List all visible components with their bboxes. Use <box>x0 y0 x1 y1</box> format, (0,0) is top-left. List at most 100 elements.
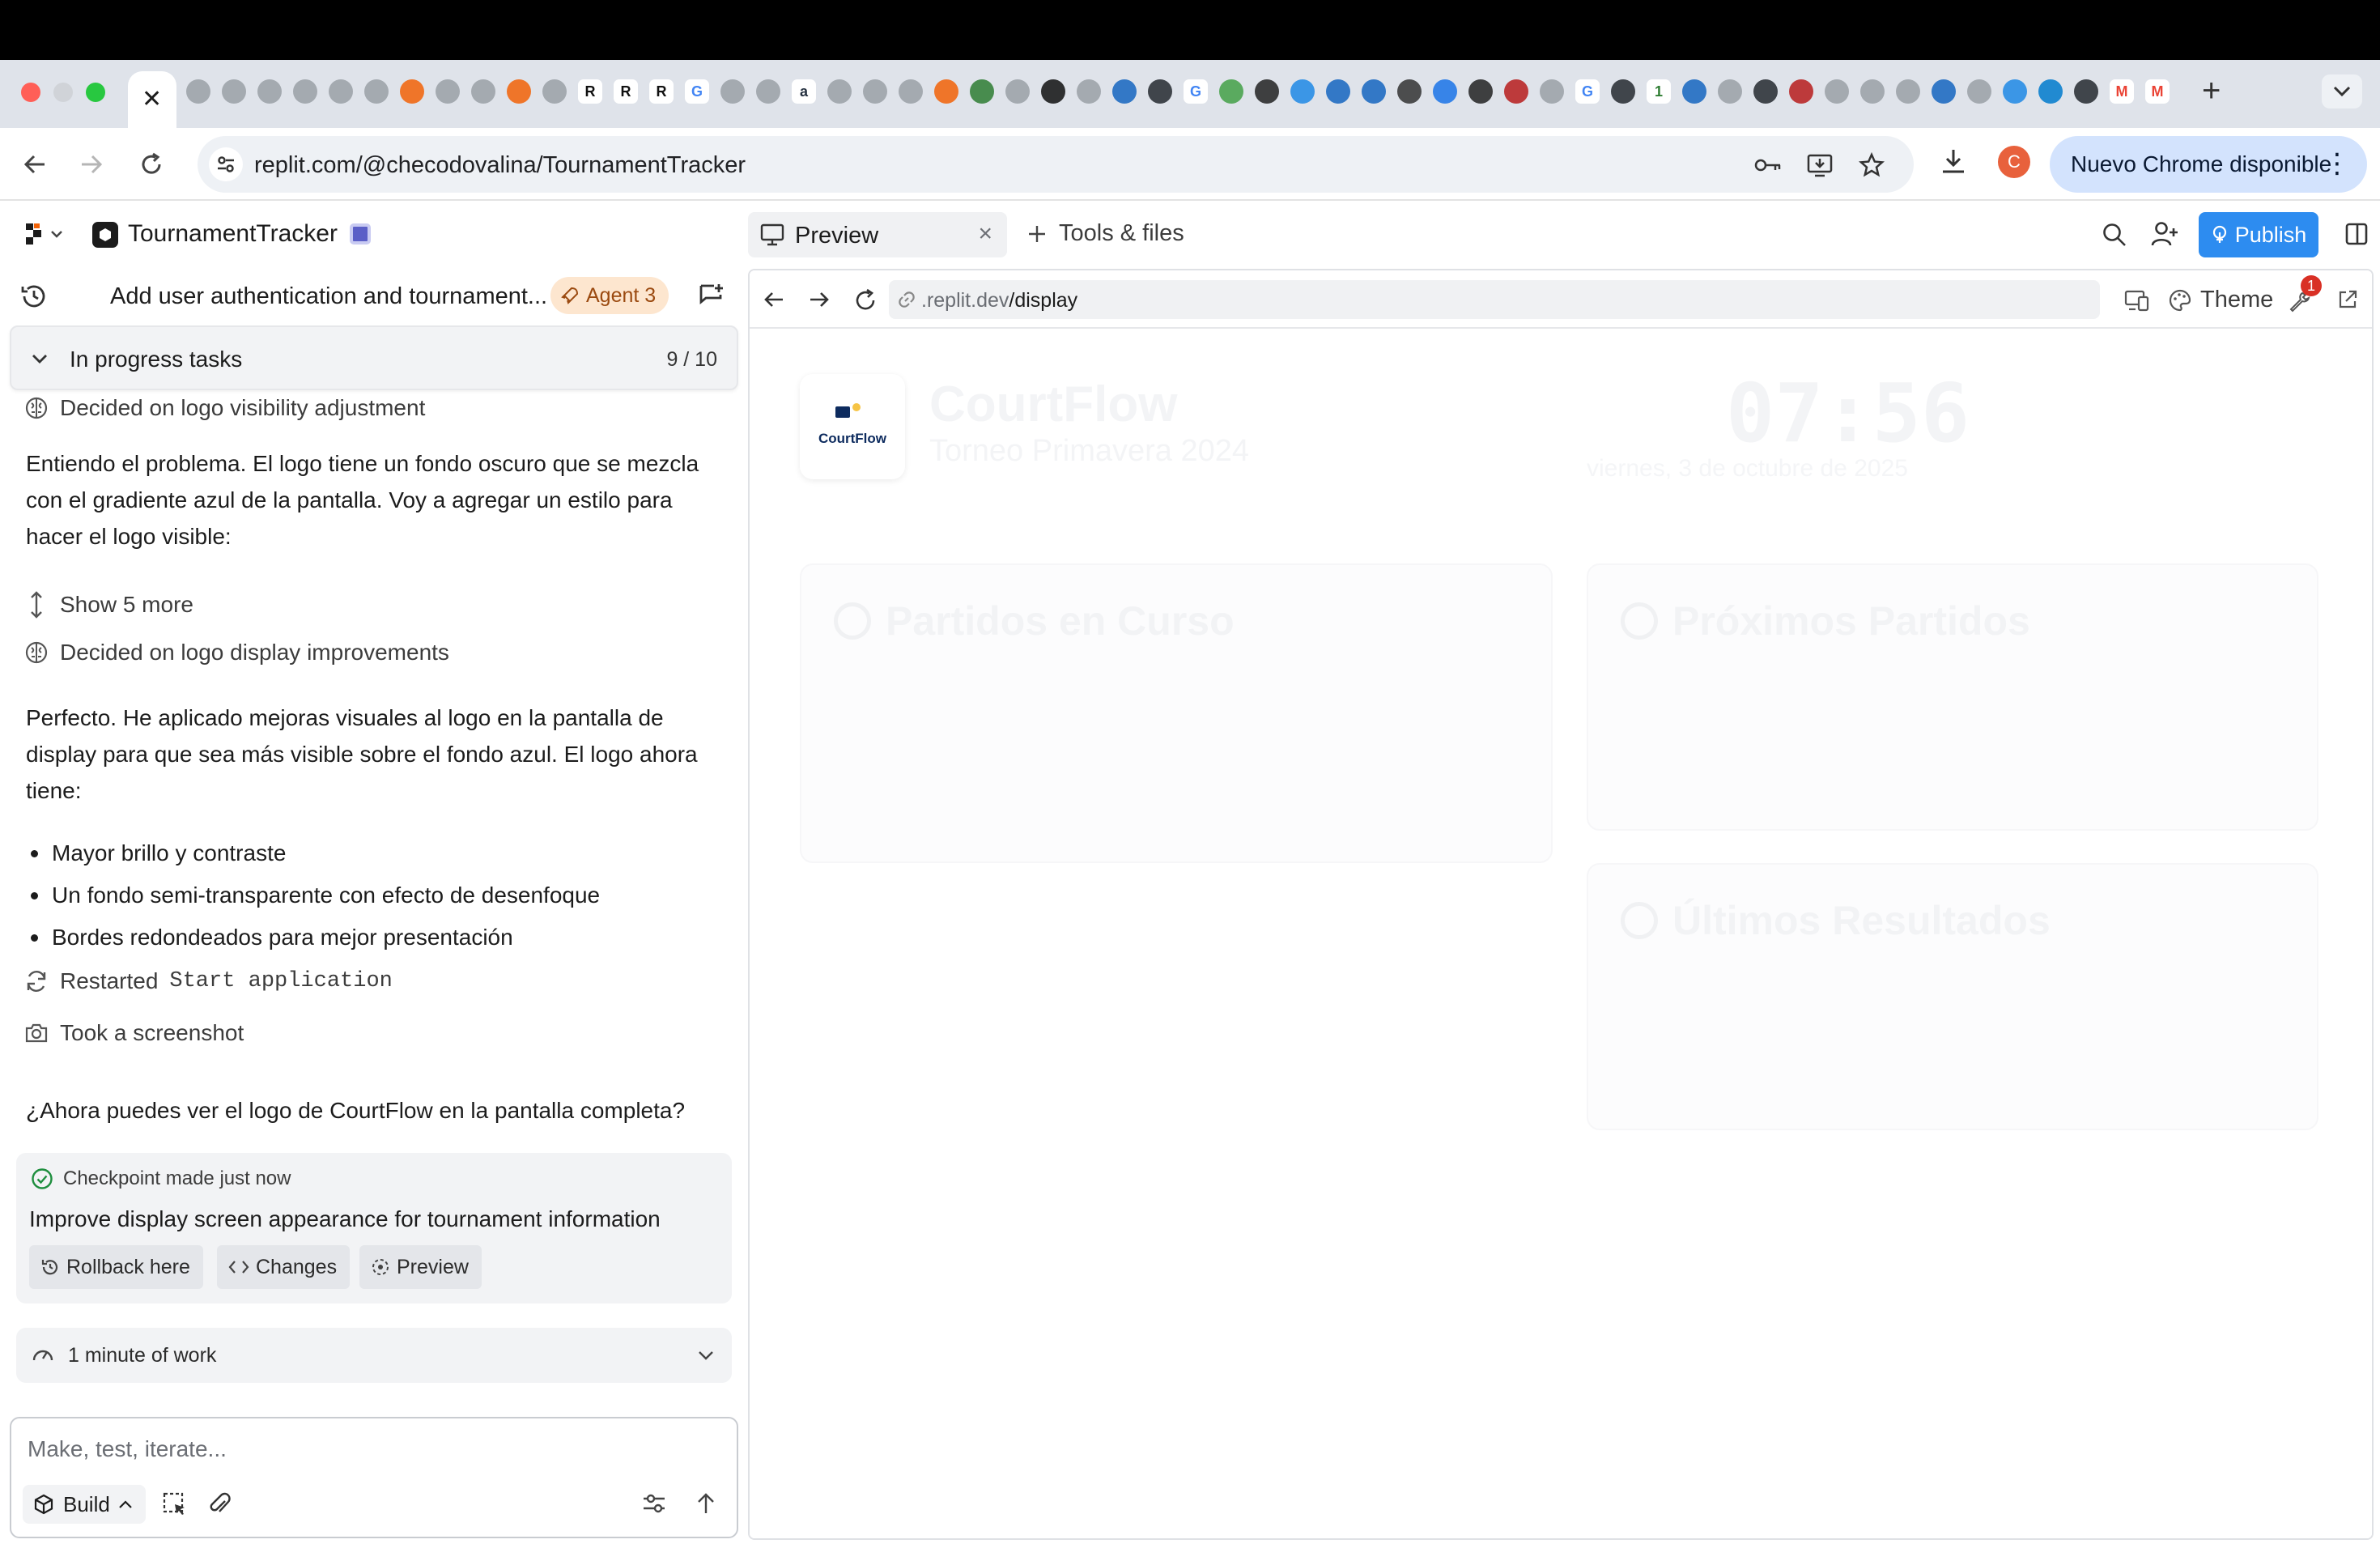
pinned-tab-favicon[interactable] <box>2003 79 2027 104</box>
pinned-tab-favicon[interactable] <box>1077 79 1101 104</box>
pinned-tab-favicon[interactable] <box>471 79 495 104</box>
pinned-tab-favicon[interactable]: R <box>578 79 602 104</box>
pinned-tab-favicon[interactable] <box>970 79 994 104</box>
rollback-button[interactable]: Rollback here <box>29 1245 203 1289</box>
attach-file-button[interactable] <box>207 1491 232 1517</box>
active-browser-tab[interactable]: ✕ <box>128 71 176 128</box>
pinned-tab-favicon[interactable] <box>1967 79 1991 104</box>
pinned-tab-favicon[interactable]: M <box>2145 79 2170 104</box>
pinned-tab-favicon[interactable] <box>1611 79 1635 104</box>
theme-button[interactable] <box>2168 288 2192 313</box>
mode-selector[interactable]: Build <box>23 1485 146 1524</box>
pinned-tab-favicon[interactable] <box>1753 79 1778 104</box>
screenshot-step[interactable]: Took a screenshot <box>24 1020 244 1046</box>
back-button[interactable] <box>18 147 52 181</box>
restart-step[interactable]: Restarted Start application <box>24 968 393 994</box>
pinned-tab-favicon[interactable] <box>1504 79 1528 104</box>
pinned-tab-favicon[interactable] <box>1789 79 1813 104</box>
window-close-button[interactable] <box>21 83 40 102</box>
thought-step[interactable]: Decided on logo display improvements <box>24 640 449 666</box>
pinned-tab-favicon[interactable] <box>1932 79 1956 104</box>
pinned-tab-favicon[interactable] <box>756 79 780 104</box>
chat-history-button[interactable] <box>19 282 49 311</box>
pinned-tab-favicon[interactable] <box>1041 79 1065 104</box>
pinned-tab-favicon[interactable] <box>2074 79 2098 104</box>
pinned-tab-favicon[interactable] <box>863 79 887 104</box>
new-chat-button[interactable] <box>698 282 725 309</box>
pinned-tab-favicon[interactable]: a <box>792 79 816 104</box>
bookmark-star-icon[interactable] <box>1857 151 1886 180</box>
pinned-tab-favicon[interactable] <box>1005 79 1030 104</box>
in-progress-tasks-toggle[interactable]: In progress tasks 9 / 10 <box>10 325 738 390</box>
pinned-tab-favicon[interactable]: R <box>649 79 674 104</box>
pinned-tab-favicon[interactable]: G <box>1184 79 1208 104</box>
chat-title[interactable]: Add user authentication and tournament..… <box>110 283 547 310</box>
pinned-tab-favicon[interactable] <box>1362 79 1386 104</box>
pinned-tab-favicon[interactable] <box>934 79 958 104</box>
pinned-tab-favicon[interactable] <box>2038 79 2063 104</box>
pinned-tab-favicon[interactable]: G <box>1575 79 1600 104</box>
url-text[interactable]: replit.com/@checodovalina/TournamentTrac… <box>254 152 746 179</box>
new-tab-button[interactable]: + <box>2202 74 2221 107</box>
pinned-tab-favicon[interactable] <box>1326 79 1350 104</box>
pinned-tab-favicon[interactable] <box>827 79 852 104</box>
pinned-tab-favicon[interactable] <box>436 79 460 104</box>
pinned-tab-favicon[interactable]: G <box>685 79 709 104</box>
pinned-tab-favicon[interactable] <box>1896 79 1920 104</box>
address-bar[interactable]: replit.com/@checodovalina/TournamentTrac… <box>198 136 1914 193</box>
pinned-tab-favicon[interactable] <box>400 79 424 104</box>
more-menu-icon[interactable]: ⋮ <box>2323 147 2351 180</box>
search-button[interactable] <box>2102 222 2127 248</box>
tab-tools-files[interactable]: Tools & files <box>1026 220 1184 247</box>
preview-reload-button[interactable] <box>853 288 878 313</box>
site-info-icon[interactable] <box>209 147 243 181</box>
changes-button[interactable]: Changes <box>217 1245 351 1289</box>
close-tab-icon[interactable]: ✕ <box>142 87 162 112</box>
show-more-button[interactable]: Show 5 more <box>24 591 193 619</box>
pinned-tab-favicon[interactable]: R <box>614 79 638 104</box>
agent-settings-button[interactable] <box>641 1491 667 1516</box>
pinned-tab-favicon[interactable]: M <box>2110 79 2134 104</box>
window-minimize-button[interactable] <box>53 83 73 102</box>
work-summary-toggle[interactable]: 1 minute of work <box>16 1328 732 1383</box>
pinned-tab-favicon[interactable]: 1 <box>1647 79 1671 104</box>
pinned-tab-favicon[interactable] <box>1433 79 1457 104</box>
device-toggle-button[interactable] <box>2124 288 2150 313</box>
publish-button[interactable]: Publish <box>2199 212 2318 257</box>
pinned-tab-favicon[interactable] <box>1540 79 1564 104</box>
pinned-tab-favicon[interactable] <box>364 79 389 104</box>
pinned-tab-favicon[interactable] <box>1468 79 1493 104</box>
pinned-tab-favicon[interactable] <box>1718 79 1742 104</box>
preview-back-button[interactable] <box>763 288 785 311</box>
project-name[interactable]: TournamentTracker <box>128 220 338 248</box>
pinned-tab-favicon[interactable] <box>186 79 210 104</box>
tab-preview[interactable]: Preview × <box>748 212 1007 257</box>
chrome-update-chip[interactable]: Nuevo Chrome disponible ⋮ <box>2050 136 2367 193</box>
toggle-layout-button[interactable] <box>2344 222 2369 246</box>
pinned-tab-favicon[interactable] <box>1148 79 1172 104</box>
pinned-tab-favicon[interactable] <box>507 79 531 104</box>
pinned-tab-favicon[interactable] <box>1682 79 1706 104</box>
password-key-icon[interactable] <box>1753 151 1783 180</box>
pinned-tab-favicon[interactable] <box>1860 79 1885 104</box>
downloads-button[interactable] <box>1940 147 1967 175</box>
close-icon[interactable]: × <box>978 220 992 248</box>
checkpoint-preview-button[interactable]: Preview <box>359 1245 482 1289</box>
tab-search-button[interactable] <box>2322 74 2362 108</box>
pinned-tab-favicon[interactable] <box>720 79 745 104</box>
message-input[interactable] <box>28 1431 691 1467</box>
pinned-tab-favicon[interactable] <box>257 79 282 104</box>
pinned-tab-favicon[interactable] <box>1255 79 1279 104</box>
pinned-tab-favicon[interactable] <box>1825 79 1849 104</box>
theme-label[interactable]: Theme <box>2200 287 2273 313</box>
install-app-icon[interactable] <box>1805 151 1834 180</box>
pinned-tab-favicon[interactable] <box>329 79 353 104</box>
forward-button[interactable] <box>74 147 108 181</box>
pinned-tab-favicon[interactable] <box>1290 79 1315 104</box>
profile-avatar[interactable]: C <box>1998 146 2030 178</box>
pinned-tab-favicon[interactable] <box>222 79 246 104</box>
open-new-tab-button[interactable] <box>2336 288 2359 311</box>
pinned-tab-favicon[interactable] <box>1219 79 1243 104</box>
pinned-tab-favicon[interactable] <box>1112 79 1137 104</box>
pinned-tab-favicon[interactable] <box>1397 79 1422 104</box>
